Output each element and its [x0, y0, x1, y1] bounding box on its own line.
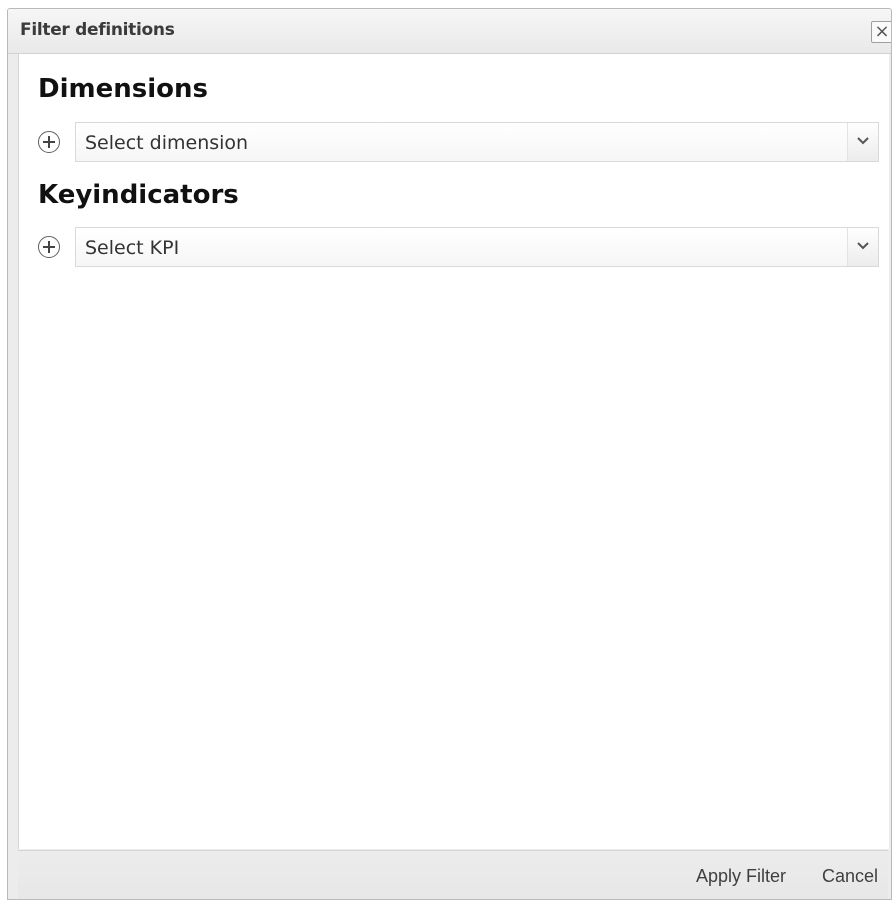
- dialog-title: Filter definitions: [20, 20, 175, 40]
- dialog-titlebar: Filter definitions ×: [8, 9, 891, 54]
- keyindicators-heading: Keyindicators: [38, 180, 239, 210]
- dimension-select[interactable]: Select dimension: [75, 122, 879, 162]
- dimensions-heading: Dimensions: [38, 74, 208, 104]
- add-kpi-icon[interactable]: [38, 236, 60, 258]
- dimension-select-value: Select dimension: [85, 132, 249, 154]
- dialog-content: Dimensions Select dimension Keyindicator…: [18, 54, 889, 849]
- chevron-down-icon[interactable]: [847, 123, 878, 161]
- add-dimension-icon[interactable]: [38, 131, 60, 153]
- close-icon[interactable]: ×: [871, 21, 891, 43]
- chevron-down-icon[interactable]: [847, 228, 878, 266]
- filter-definitions-dialog: Filter definitions × Dimensions Select d…: [7, 8, 892, 900]
- kpi-select-value: Select KPI: [85, 237, 180, 259]
- apply-filter-button[interactable]: Apply Filter: [696, 866, 786, 887]
- dialog-footer: Apply Filter Cancel: [18, 850, 888, 899]
- kpi-select[interactable]: Select KPI: [75, 227, 879, 267]
- cancel-button[interactable]: Cancel: [822, 866, 878, 887]
